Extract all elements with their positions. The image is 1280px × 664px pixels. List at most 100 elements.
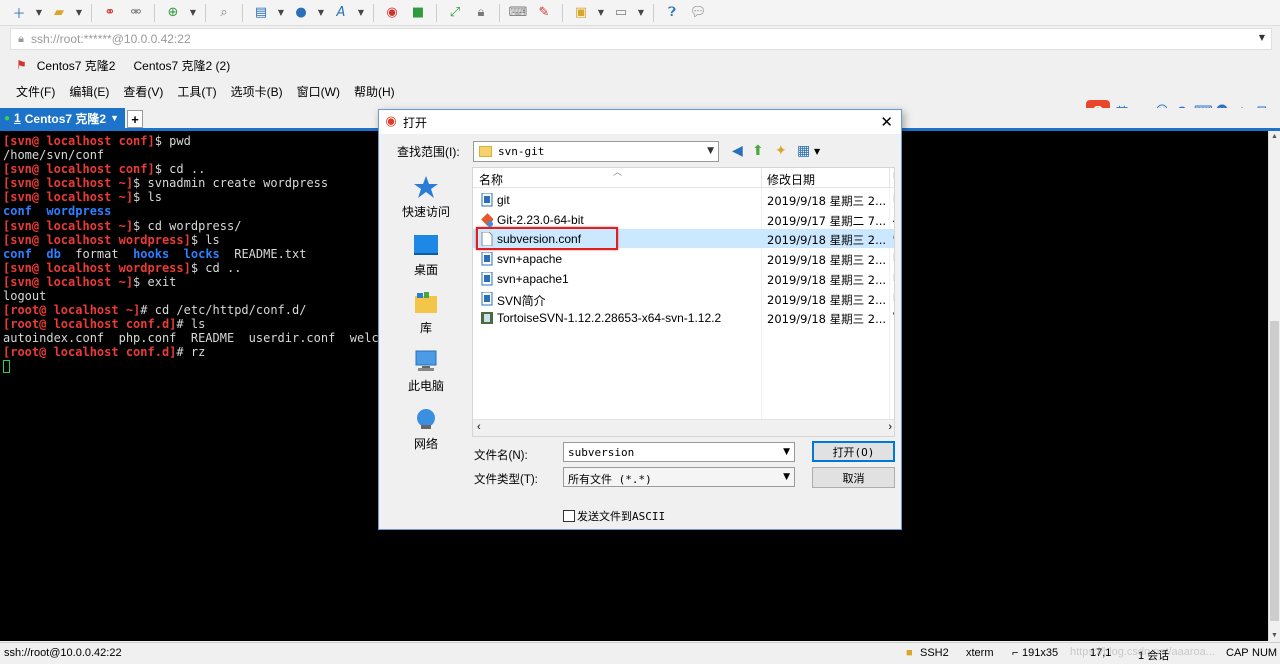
dropdown-arrow-icon[interactable]: ▼ <box>74 3 84 23</box>
connect-icon[interactable]: ⚭ <box>99 3 121 23</box>
new-tab-icon[interactable]: ⊕ <box>162 3 184 23</box>
file-row[interactable]: TortoiseSVN-1.12.2.28653-x64-svn-1.12.2 2… <box>473 308 894 327</box>
new-session-icon[interactable]: ＋ <box>8 3 30 23</box>
lock-icon[interactable]: 🔒︎ <box>470 3 492 23</box>
file-row[interactable]: Git-2.23.0-64-bit 2019/9/17 星期二 7... A <box>473 210 894 229</box>
horizontal-scrollbar[interactable]: ‹ › <box>473 419 894 436</box>
tab-number: 1 <box>14 111 21 125</box>
chevron-down-icon[interactable]: ▼ <box>110 113 119 123</box>
file-date: 2019/9/18 星期三 2... <box>767 253 887 268</box>
help-icon[interactable]: ❓︎ <box>661 3 683 23</box>
back-icon[interactable]: ◀ <box>732 143 743 159</box>
file-row[interactable]: svn+apache1 2019/9/18 星期三 2... D <box>473 269 894 288</box>
menu-tabs[interactable]: 选项卡(B) <box>231 83 283 100</box>
dropdown-arrow-icon[interactable]: ▼ <box>34 3 44 23</box>
menu-window[interactable]: 窗口(W) <box>297 83 340 100</box>
filename-input[interactable]: subversion ▼ <box>563 442 795 462</box>
chat-icon[interactable]: 💬︎ <box>687 3 709 23</box>
terminal-text: format <box>60 246 134 261</box>
place-this-pc[interactable]: 此电脑 <box>386 349 466 394</box>
close-icon[interactable]: ✕ <box>880 113 893 131</box>
scroll-thumb[interactable] <box>1270 321 1279 621</box>
place-label: 网络 <box>413 437 438 451</box>
file-name: git <box>497 193 510 207</box>
open-button[interactable]: 打开(O) <box>812 441 895 462</box>
new-folder-icon[interactable]: ✦ <box>775 143 787 159</box>
terminal-text: $ cd wordpress/ <box>133 218 242 233</box>
place-desktop[interactable]: 桌面 <box>386 233 466 278</box>
column-type[interactable]: Ⅱ <box>893 171 894 182</box>
dropdown-arrow-icon[interactable]: ▼ <box>596 3 606 23</box>
view-menu-icon[interactable]: ▦ <box>797 143 810 159</box>
script-icon[interactable]: ✎ <box>533 3 555 23</box>
link-centos7-clone2-2[interactable]: Centos7 克隆2 (2) <box>133 57 230 74</box>
toolbar-divider <box>436 3 437 22</box>
status-bar: ssh://root@10.0.0.42:22 ■ SSH2 xterm ⌐ 1… <box>0 642 1280 664</box>
terminal-scrollbar[interactable]: ▲ ▼ <box>1268 131 1280 641</box>
up-folder-icon[interactable]: ⬆ <box>752 143 764 159</box>
dropdown-arrow-icon[interactable]: ▼ <box>276 3 286 23</box>
column-divider[interactable] <box>761 168 762 188</box>
fullscreen-icon[interactable]: ⤢ <box>444 3 466 23</box>
tab-centos7-clone2[interactable]: ● 1 Centos7 克隆2 ▼ <box>0 108 126 128</box>
menu-file[interactable]: 文件(F) <box>16 83 55 100</box>
xftp-icon[interactable]: ■ <box>407 3 429 23</box>
file-row[interactable]: SVN简介 2019/9/18 星期三 2... D <box>473 289 894 308</box>
column-date[interactable]: 修改日期 <box>767 171 815 188</box>
filetype-select[interactable]: 所有文件 (*.*) ▼ <box>563 467 795 487</box>
compose-icon[interactable]: ▣ <box>570 3 592 23</box>
globe-icon[interactable]: ● <box>290 3 312 23</box>
chevron-down-icon[interactable]: ▼ <box>814 147 820 156</box>
scroll-down-icon[interactable]: ▼ <box>1271 632 1278 639</box>
keyboard-icon[interactable]: ⌨ <box>507 3 529 23</box>
cancel-button[interactable]: 取消 <box>812 467 895 488</box>
ascii-checkbox[interactable] <box>563 510 575 522</box>
chevron-down-icon[interactable]: ▼ <box>1259 33 1265 42</box>
place-network[interactable]: 网络 <box>386 407 466 452</box>
link-centos7-clone2[interactable]: Centos7 克隆2 <box>37 57 116 74</box>
file-date: 2019/9/18 星期三 2... <box>767 292 887 307</box>
dropdown-arrow-icon[interactable]: ▼ <box>636 3 646 23</box>
place-quick-access[interactable]: 快速访问 <box>386 175 466 220</box>
font-icon[interactable]: A <box>330 3 352 23</box>
chevron-down-icon: ▼ <box>707 146 714 156</box>
bookmark-icon: ⚑ <box>16 58 27 72</box>
menu-tools[interactable]: 工具(T) <box>177 83 216 100</box>
ascii-option[interactable]: 发送文件到ASCII <box>563 508 665 524</box>
file-row[interactable]: svn+apache 2019/9/18 星期三 2... D <box>473 249 894 268</box>
menu-view[interactable]: 查看(V) <box>123 83 163 100</box>
address-text[interactable]: ssh://root:******@10.0.0.42:22 <box>31 32 191 46</box>
terminal-text: # ls <box>176 317 206 332</box>
dropdown-arrow-icon[interactable]: ▼ <box>356 3 366 23</box>
scroll-right-icon[interactable]: › <box>888 421 892 433</box>
dropdown-arrow-icon[interactable]: ▼ <box>188 3 198 23</box>
open-folder-icon[interactable]: ▰ <box>48 3 70 23</box>
disconnect-icon[interactable]: ⚮ <box>125 3 147 23</box>
lookin-select[interactable]: svn-git ▼ <box>473 141 719 162</box>
column-name[interactable]: 名称 <box>479 171 503 188</box>
scroll-up-icon[interactable]: ▲ <box>1271 133 1278 140</box>
menu-help[interactable]: 帮助(H) <box>354 83 395 100</box>
place-libraries[interactable]: 库 <box>386 291 466 336</box>
search-icon[interactable]: ⌕ <box>213 3 235 23</box>
xshell-icon[interactable]: ◉ <box>381 3 403 23</box>
file-type: W <box>893 311 894 323</box>
xshell-icon: ◉ <box>385 114 397 129</box>
chevron-down-icon[interactable]: ▼ <box>783 472 790 482</box>
shell-prompt: [svn@ localhost ~] <box>3 176 134 191</box>
address-bar[interactable]: 🔒︎ ssh://root:******@10.0.0.42:22 ▼ <box>10 28 1272 50</box>
dropdown-arrow-icon[interactable]: ▼ <box>316 3 326 23</box>
file-row[interactable]: git 2019/9/18 星期三 2... D <box>473 190 894 209</box>
file-list[interactable]: ︿ 名称 修改日期 Ⅱ git 2019/9/18 星期三 2... D Git-2.… <box>472 167 895 437</box>
new-tab-button[interactable]: + <box>127 110 144 128</box>
chevron-down-icon[interactable]: ▼ <box>783 447 790 457</box>
column-divider[interactable] <box>889 168 890 188</box>
shell-prompt: [svn@ localhost ~] <box>3 218 134 233</box>
scroll-left-icon[interactable]: ‹ <box>477 421 481 433</box>
file-row[interactable]: subversion.conf2019/9/18 星期三 2...C <box>473 227 894 251</box>
file-name: svn+apache <box>497 252 563 267</box>
menu-edit[interactable]: 编辑(E) <box>69 83 109 100</box>
properties-icon[interactable]: ▤ <box>250 3 272 23</box>
lookin-value: svn-git <box>498 145 545 158</box>
layout-icon[interactable]: ▭ <box>610 3 632 23</box>
